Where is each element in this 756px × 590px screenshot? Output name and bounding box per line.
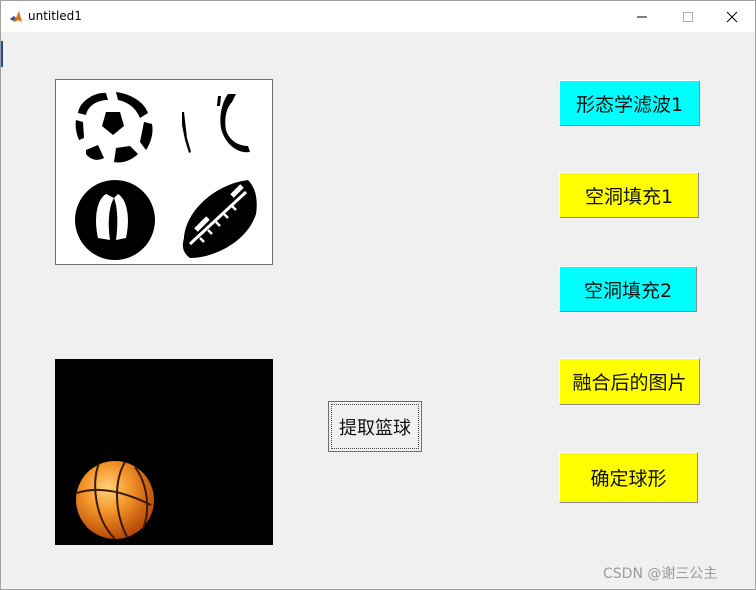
- csdn-watermark: CSDN @谢三公主: [603, 566, 718, 582]
- hole-fill-2-button[interactable]: 空洞填充2: [559, 266, 697, 312]
- title-bar[interactable]: untitled1: [1, 1, 755, 32]
- figure-window: untitled1 形态学滤波1 空洞填充1 空洞填充2 融合后的图片 确定球形…: [0, 0, 756, 590]
- close-button[interactable]: [709, 1, 755, 32]
- soccer-ball-shape: [75, 92, 153, 163]
- matlab-logo-icon: [9, 10, 23, 24]
- maximize-icon: [683, 11, 693, 22]
- binary-balls-image: [75, 92, 257, 260]
- determine-ball-button[interactable]: 确定球形: [559, 452, 698, 503]
- minimize-icon: [637, 16, 647, 17]
- fragment-shape: [182, 94, 250, 153]
- extracted-basketball-axes: [55, 359, 273, 545]
- extract-basketball-button[interactable]: 提取篮球: [328, 401, 422, 452]
- basketball-image: [76, 461, 154, 540]
- minimize-button[interactable]: [619, 1, 665, 32]
- football-shape: [182, 180, 257, 258]
- maximize-button[interactable]: [665, 1, 711, 32]
- morph-filter-button[interactable]: 形态学滤波1: [559, 80, 700, 126]
- window-title: untitled1: [28, 9, 82, 23]
- binary-image-axes: [55, 79, 273, 265]
- hole-fill-1-button[interactable]: 空洞填充1: [559, 172, 699, 218]
- window-edge-accent: [1, 41, 3, 67]
- extract-basketball-label: 提取篮球: [339, 417, 411, 439]
- close-icon: [726, 11, 738, 22]
- ball-with-hole-shape: [75, 180, 155, 260]
- fused-image-button[interactable]: 融合后的图片: [559, 358, 700, 405]
